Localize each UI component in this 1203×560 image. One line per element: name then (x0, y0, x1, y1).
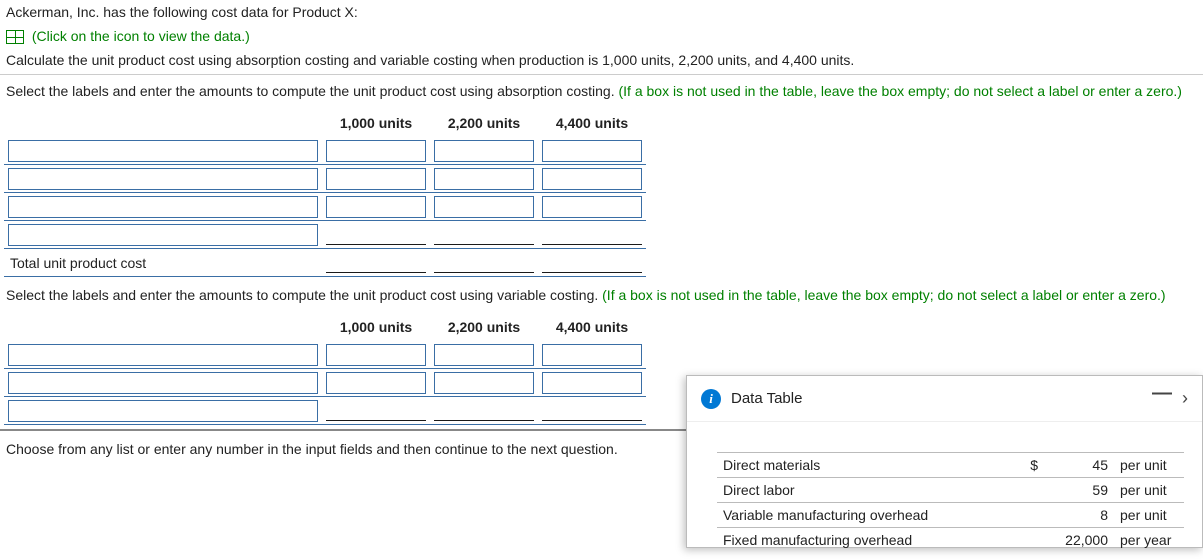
col2-header-2: 2,200 units (430, 313, 538, 341)
col-header-2: 2,200 units (430, 109, 538, 137)
dt-label-1: Direct labor (717, 478, 1014, 503)
abs-row1-v2[interactable] (434, 140, 534, 162)
calc-instruction: Calculate the unit product cost using ab… (6, 52, 854, 68)
popup-body: Direct materials $ 45 per unit Direct la… (687, 422, 1202, 560)
section2-instruction: Select the labels and enter the amounts … (0, 281, 1203, 309)
var-row2-v1[interactable] (326, 372, 426, 394)
abs-row4-v3[interactable] (542, 227, 642, 245)
dt-val-0: 45 (1044, 453, 1114, 478)
popup-title: Data Table (731, 390, 802, 407)
data-table-popup: i Data Table — › Direct materials $ 45 p… (686, 375, 1203, 548)
dt-label-3: Fixed manufacturing overhead (717, 528, 1014, 553)
var-row1-v2[interactable] (434, 344, 534, 366)
abs-row1-v1[interactable] (326, 140, 426, 162)
abs-row2-v1[interactable] (326, 168, 426, 190)
minimize-icon[interactable]: — (1152, 388, 1172, 409)
dt-unit-0: per unit (1114, 453, 1184, 478)
var-row2-v3[interactable] (542, 372, 642, 394)
abs-row3-v3[interactable] (542, 196, 642, 218)
dt-cur-1 (1014, 478, 1044, 503)
var-row1-v1[interactable] (326, 344, 426, 366)
section1-text-black: Select the labels and enter the amounts … (6, 83, 619, 99)
company-text: Ackerman, Inc. has the following cost da… (6, 4, 358, 20)
abs-row2-v3[interactable] (542, 168, 642, 190)
dt-cur-2 (1014, 503, 1044, 528)
var-row2-label[interactable] (8, 372, 318, 394)
section1-instruction: Select the labels and enter the amounts … (0, 77, 1203, 105)
abs-total-v1[interactable] (326, 255, 426, 273)
abs-row4-v2[interactable] (434, 227, 534, 245)
dt-unit-3: per year (1114, 528, 1184, 553)
data-table: Direct materials $ 45 per unit Direct la… (717, 452, 1184, 552)
view-data-link[interactable]: (Click on the icon to view the data.) (32, 28, 250, 44)
abs-row2-v2[interactable] (434, 168, 534, 190)
dt-val-3: 22,000 (1044, 528, 1114, 553)
abs-total-label: Total unit product cost (4, 249, 322, 277)
popup-header: i Data Table — › (687, 376, 1202, 422)
var-row3-label[interactable] (8, 400, 318, 422)
dt-unit-2: per unit (1114, 503, 1184, 528)
dt-cur-0: $ (1014, 453, 1044, 478)
dt-cur-3 (1014, 528, 1044, 553)
dt-val-2: 8 (1044, 503, 1114, 528)
section1-text-green: (If a box is not used in the table, leav… (619, 83, 1182, 99)
abs-row1-v3[interactable] (542, 140, 642, 162)
table-icon[interactable] (6, 30, 24, 44)
var-row1-label[interactable] (8, 344, 318, 366)
abs-row3-label[interactable] (8, 196, 318, 218)
intro-line-2: Calculate the unit product cost using ab… (0, 48, 1203, 72)
abs-total-v3[interactable] (542, 255, 642, 273)
info-icon: i (701, 389, 721, 409)
abs-row2-label[interactable] (8, 168, 318, 190)
divider (0, 74, 1203, 75)
col-header-3: 4,400 units (538, 109, 646, 137)
var-row1-v3[interactable] (542, 344, 642, 366)
var-row3-v3[interactable] (542, 403, 642, 421)
variable-table: 1,000 units 2,200 units 4,400 units (4, 313, 646, 425)
table-row: Variable manufacturing overhead 8 per un… (717, 503, 1184, 528)
data-link-row: (Click on the icon to view the data.) (0, 24, 1203, 48)
absorption-table: 1,000 units 2,200 units 4,400 units Tota… (4, 109, 646, 277)
footer-text: Choose from any list or enter any number… (6, 441, 618, 457)
abs-row4-v1[interactable] (326, 227, 426, 245)
table-row: Fixed manufacturing overhead 22,000 per … (717, 528, 1184, 553)
intro-line-1: Ackerman, Inc. has the following cost da… (0, 0, 1203, 24)
dt-val-1: 59 (1044, 478, 1114, 503)
col2-header-1: 1,000 units (322, 313, 430, 341)
dt-label-2: Variable manufacturing overhead (717, 503, 1014, 528)
col-header-1: 1,000 units (322, 109, 430, 137)
dt-unit-1: per unit (1114, 478, 1184, 503)
dt-label-0: Direct materials (717, 453, 1014, 478)
abs-row1-label[interactable] (8, 140, 318, 162)
abs-row4-label[interactable] (8, 224, 318, 246)
table-row: Direct materials $ 45 per unit (717, 453, 1184, 478)
abs-total-v2[interactable] (434, 255, 534, 273)
table-row: Direct labor 59 per unit (717, 478, 1184, 503)
col2-header-3: 4,400 units (538, 313, 646, 341)
chevron-right-icon[interactable]: › (1182, 388, 1188, 409)
var-row3-v2[interactable] (434, 403, 534, 421)
section2-text-green: (If a box is not used in the table, leav… (602, 287, 1165, 303)
section2-text-black: Select the labels and enter the amounts … (6, 287, 602, 303)
var-row3-v1[interactable] (326, 403, 426, 421)
var-row2-v2[interactable] (434, 372, 534, 394)
abs-row3-v1[interactable] (326, 196, 426, 218)
abs-row3-v2[interactable] (434, 196, 534, 218)
